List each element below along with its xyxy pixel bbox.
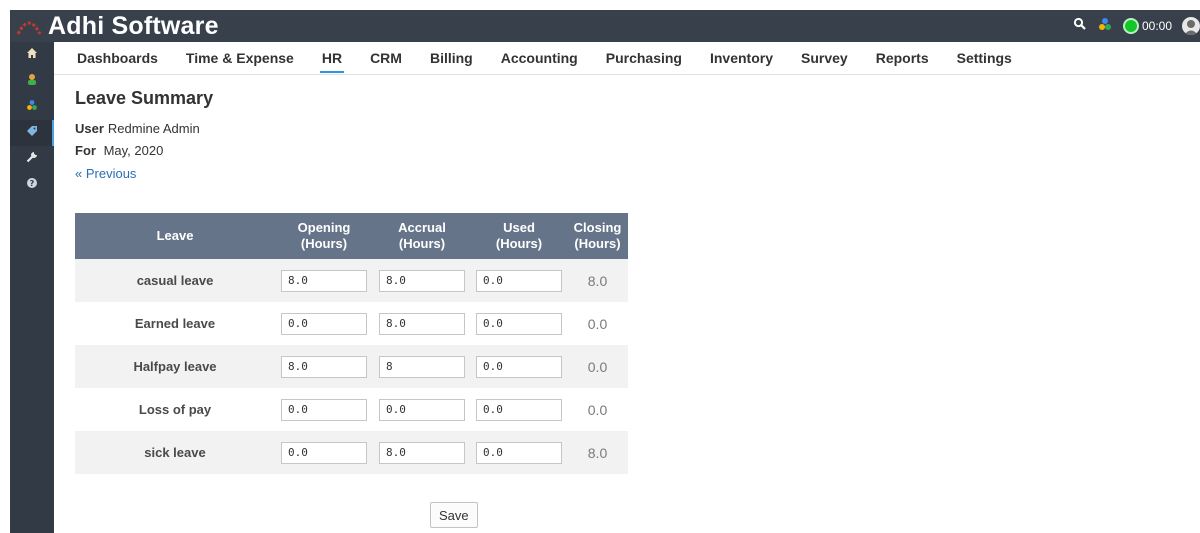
nav-item-crm[interactable]: CRM [370,42,402,75]
leave-name: Halfpay leave [75,345,275,388]
accrual-input[interactable] [379,355,465,378]
search-icon[interactable] [1073,17,1087,36]
table-header-row: Leave Opening (Hours) Accrual (Hours) Used… [75,213,628,259]
nav-item-time-expense[interactable]: Time & Expense [186,42,294,75]
used-input[interactable] [476,441,562,464]
col-closing: Closing (Hours) [567,213,628,259]
sidebar-item-help[interactable]: ? [10,172,54,198]
previous-link[interactable]: « Previous [75,166,136,181]
opening-input[interactable] [281,312,367,335]
table-row: sick leave 8.0 [75,431,628,474]
user-label: User [75,121,104,136]
page-content: Leave Summary User Redmine Admin For May,… [75,82,213,183]
sidebar: ? [10,42,54,533]
nav-item-purchasing[interactable]: Purchasing [606,42,682,75]
nav-item-billing[interactable]: Billing [430,42,473,75]
leave-name: sick leave [75,431,275,474]
opening-input[interactable] [281,269,367,292]
top-right-tools: 00:00 [1073,16,1200,37]
closing-value: 8.0 [567,259,628,302]
sidebar-item-user[interactable] [10,68,54,94]
accrual-input[interactable] [379,269,465,292]
opening-input[interactable] [281,398,367,421]
apps-icon[interactable] [1097,16,1113,37]
leave-name: Earned leave [75,302,275,345]
sidebar-item-settings[interactable] [10,146,54,172]
table-row: Loss of pay 0.0 [75,388,628,431]
avatar[interactable] [1182,17,1200,35]
closing-value: 0.0 [567,345,628,388]
nav-item-hr[interactable]: HR [319,42,345,75]
col-accrual: Accrual (Hours) [373,213,471,259]
col-opening: Opening (Hours) [275,213,373,259]
logo-arc-icon[interactable] [10,10,48,42]
timer-icon [1122,18,1139,34]
nav-item-inventory[interactable]: Inventory [710,42,773,75]
nav-item-reports[interactable]: Reports [876,42,929,75]
user-icon [26,72,38,90]
closing-value: 0.0 [567,302,628,345]
closing-value: 8.0 [567,431,628,474]
nav-item-dashboards[interactable]: Dashboards [77,42,158,75]
table-row: Earned leave 0.0 [75,302,628,345]
app-title[interactable]: Adhi Software [48,12,219,41]
timer-widget[interactable]: 00:00 [1122,18,1172,34]
table-row: Halfpay leave 0.0 [75,345,628,388]
save-button[interactable]: Save [430,502,478,528]
page-title: Leave Summary [75,88,214,108]
wrench-icon [26,150,38,168]
table-row: casual leave 8.0 [75,259,628,302]
accrual-input[interactable] [379,312,465,335]
user-row: User Redmine Admin [75,121,213,136]
leave-summary-table: Leave Opening (Hours) Accrual (Hours) Used… [75,213,628,474]
opening-input[interactable] [281,441,367,464]
used-input[interactable] [476,355,562,378]
used-input[interactable] [476,312,562,335]
col-leave: Leave [75,213,275,259]
nav-item-settings[interactable]: Settings [957,42,1012,75]
closing-value: 0.0 [567,388,628,431]
top-bar: Adhi Software 00:00 [10,10,1200,42]
apps-icon [26,98,38,116]
sidebar-item-home[interactable] [10,42,54,68]
nav-item-accounting[interactable]: Accounting [501,42,578,75]
help-icon: ? [26,176,38,194]
used-input[interactable] [476,398,562,421]
accrual-input[interactable] [379,398,465,421]
sidebar-item-apps[interactable] [10,94,54,120]
svg-text:?: ? [30,179,35,188]
accrual-input[interactable] [379,441,465,464]
home-icon [26,46,38,64]
tag-icon [26,124,38,142]
opening-input[interactable] [281,355,367,378]
timer-text: 00:00 [1141,19,1172,33]
leave-name: Loss of pay [75,388,275,431]
user-value: Redmine Admin [107,121,200,136]
sidebar-item-tag[interactable] [10,120,54,146]
main-nav: Dashboards Time & Expense HR CRM Billing… [54,42,1200,75]
for-value: May, 2020 [103,143,164,158]
leave-name: casual leave [75,259,275,302]
for-row: For May, 2020 [75,143,213,158]
col-used: Used (Hours) [471,213,567,259]
for-label: For [75,143,96,158]
used-input[interactable] [476,269,562,292]
nav-item-survey[interactable]: Survey [801,42,848,75]
